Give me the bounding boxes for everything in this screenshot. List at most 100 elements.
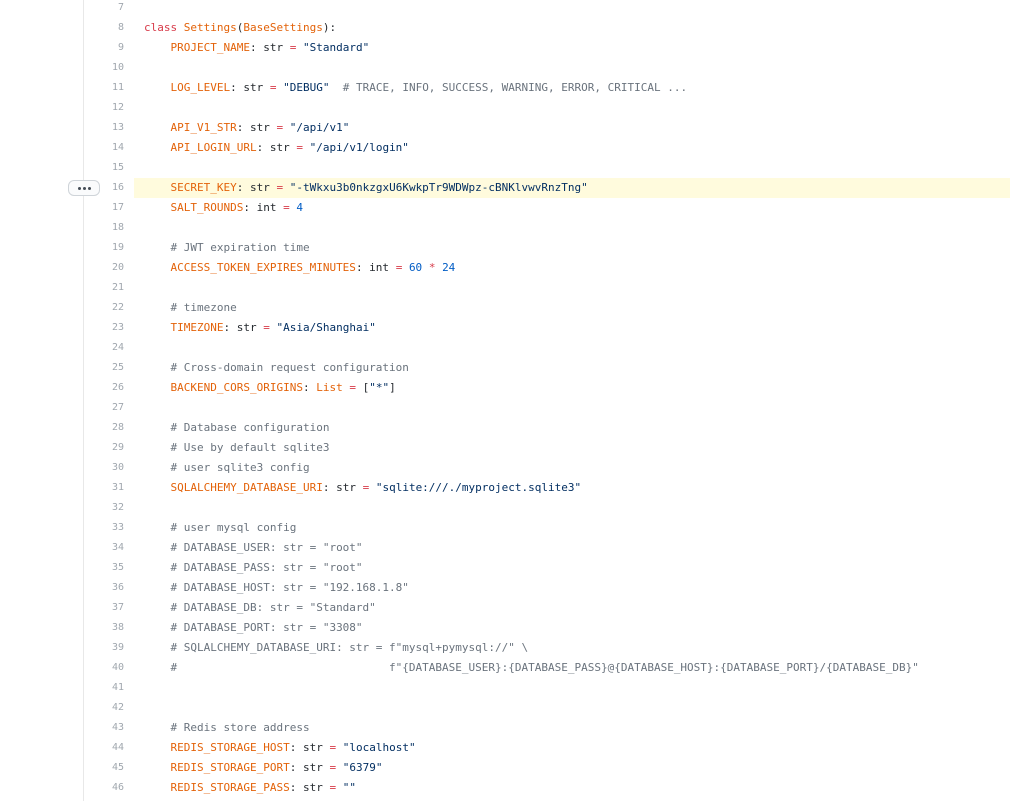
line-number[interactable]: 28 <box>90 418 124 438</box>
code-token: # f"{DATABASE_USER}:{DATABASE_PASS}@{DAT… <box>170 661 919 674</box>
code-token: : str <box>256 141 297 154</box>
line-number[interactable]: 20 <box>90 258 124 278</box>
code-line: 9 PROJECT_NAME: str = "Standard" <box>0 38 1010 58</box>
line-number[interactable]: 21 <box>90 278 124 298</box>
code-token: # DATABASE_DB: str = "Standard" <box>170 601 376 614</box>
line-number[interactable]: 22 <box>90 298 124 318</box>
line-actions-button[interactable] <box>68 180 100 196</box>
line-number[interactable]: 19 <box>90 238 124 258</box>
code-line: 10 <box>0 58 1010 78</box>
code-token: # TRACE, INFO, SUCCESS, WARNING, ERROR, … <box>342 81 688 94</box>
line-number[interactable]: 37 <box>90 598 124 618</box>
line-number[interactable]: 46 <box>90 778 124 798</box>
code-content <box>134 398 1010 418</box>
line-number[interactable]: 39 <box>90 638 124 658</box>
code-line: 41 <box>0 678 1010 698</box>
code-line: 40 # f"{DATABASE_USER}:{DATABASE_PASS}@{… <box>0 658 1010 678</box>
line-number[interactable]: 36 <box>90 578 124 598</box>
code-token: ACCESS_TOKEN_EXPIRES_MINUTES <box>170 261 356 274</box>
line-number[interactable]: 17 <box>90 198 124 218</box>
line-number[interactable]: 14 <box>90 138 124 158</box>
line-number[interactable]: 26 <box>90 378 124 398</box>
line-number[interactable]: 8 <box>90 18 124 38</box>
code-content: # user mysql config <box>134 518 1010 538</box>
code-line: 29 # Use by default sqlite3 <box>0 438 1010 458</box>
line-number[interactable]: 38 <box>90 618 124 638</box>
line-number[interactable]: 18 <box>90 218 124 238</box>
line-number[interactable]: 42 <box>90 698 124 718</box>
line-number[interactable]: 33 <box>90 518 124 538</box>
code-viewer: 7 8 class Settings(BaseSettings): 9 PROJECT… <box>0 0 1010 801</box>
code-token: "Standard" <box>302 41 370 54</box>
line-number[interactable]: 34 <box>90 538 124 558</box>
code-token: REDIS_STORAGE_HOST <box>170 741 290 754</box>
code-token: ] <box>389 381 396 394</box>
line-number[interactable]: 13 <box>90 118 124 138</box>
code-line: 46 REDIS_STORAGE_PASS: str = "" <box>0 778 1010 798</box>
kebab-horizontal-icon <box>77 186 81 190</box>
code-line: 26 BACKEND_CORS_ORIGINS: List = ["*"] <box>0 378 1010 398</box>
line-number[interactable]: 7 <box>90 0 124 18</box>
line-number[interactable]: 32 <box>90 498 124 518</box>
line-number[interactable]: 23 <box>90 318 124 338</box>
line-number[interactable]: 15 <box>90 158 124 178</box>
line-number[interactable]: 25 <box>90 358 124 378</box>
line-number[interactable]: 41 <box>90 678 124 698</box>
line-number[interactable]: 27 <box>90 398 124 418</box>
code-token: API_LOGIN_URL <box>170 141 257 154</box>
line-number[interactable]: 31 <box>90 478 124 498</box>
line-number[interactable]: 11 <box>90 78 124 98</box>
code-token: class <box>144 21 184 34</box>
code-content: REDIS_STORAGE_PASS: str = "" <box>134 778 1010 798</box>
line-number[interactable]: 45 <box>90 758 124 778</box>
line-number[interactable]: 12 <box>90 98 124 118</box>
code-line: 15 <box>0 158 1010 178</box>
code-token: "" <box>342 781 356 794</box>
code-content <box>134 98 1010 118</box>
code-line: 45 REDIS_STORAGE_PORT: str = "6379" <box>0 758 1010 778</box>
code-line: 14 API_LOGIN_URL: str = "/api/v1/login" <box>0 138 1010 158</box>
line-number[interactable]: 29 <box>90 438 124 458</box>
code-line: 33 # user mysql config <box>0 518 1010 538</box>
code-token: : str <box>289 741 330 754</box>
code-content: API_LOGIN_URL: str = "/api/v1/login" <box>134 138 1010 158</box>
line-number[interactable]: 30 <box>90 458 124 478</box>
code-line: 42 <box>0 698 1010 718</box>
line-number[interactable]: 24 <box>90 338 124 358</box>
line-number[interactable]: 9 <box>90 38 124 58</box>
code-token: : str <box>236 121 277 134</box>
line-number[interactable]: 35 <box>90 558 124 578</box>
line-number[interactable]: 44 <box>90 738 124 758</box>
code-token: : str <box>236 181 277 194</box>
line-number[interactable]: 10 <box>90 58 124 78</box>
code-line: 11 LOG_LEVEL: str = "DEBUG" # TRACE, INF… <box>0 78 1010 98</box>
code-token: # Database configuration <box>170 421 330 434</box>
code-content <box>134 218 1010 238</box>
code-content <box>134 698 1010 718</box>
code-content: # DATABASE_USER: str = "root" <box>134 538 1010 558</box>
code-token: ): <box>322 21 337 34</box>
line-number[interactable]: 43 <box>90 718 124 738</box>
line-number[interactable]: 40 <box>90 658 124 678</box>
code-token: # SQLALCHEMY_DATABASE_URI: str = f"mysql… <box>170 641 529 654</box>
code-content: # JWT expiration time <box>134 238 1010 258</box>
code-token: TIMEZONE <box>170 321 224 334</box>
code-token: : <box>302 381 317 394</box>
